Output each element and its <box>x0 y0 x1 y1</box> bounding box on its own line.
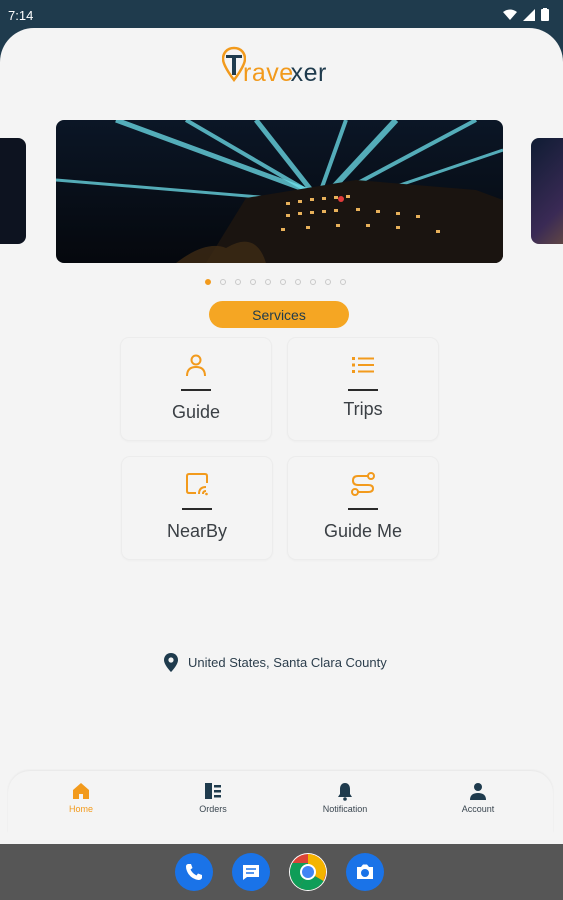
carousel-next-slide[interactable] <box>531 138 563 244</box>
signal-icon <box>523 8 535 21</box>
service-card-label: NearBy <box>166 521 228 541</box>
logo-text-navy: xer <box>290 59 327 87</box>
card-divider <box>182 508 212 510</box>
service-card-nearby[interactable]: NearBy <box>122 457 272 559</box>
phone-app-icon[interactable] <box>175 853 213 891</box>
carousel-image <box>56 120 503 263</box>
battery-icon <box>541 8 549 21</box>
camera-app-icon[interactable] <box>346 853 384 891</box>
phone-glyph-icon <box>186 864 202 880</box>
messages-app-icon[interactable] <box>232 853 270 891</box>
carousel-slide[interactable] <box>56 120 503 263</box>
carousel-dot[interactable] <box>340 279 346 285</box>
carousel-dot[interactable] <box>205 279 211 285</box>
account-icon <box>470 783 486 800</box>
current-location[interactable]: United States, Santa Clara County <box>164 653 387 672</box>
service-card-guide[interactable]: Guide <box>121 338 271 440</box>
carousel-dot[interactable] <box>310 279 316 285</box>
route-icon <box>351 472 375 496</box>
carousel-dot[interactable] <box>325 279 331 285</box>
nav-notification[interactable]: Notification <box>305 781 385 814</box>
carousel-pagination <box>205 279 346 285</box>
carousel-dot[interactable] <box>220 279 226 285</box>
list-icon <box>352 357 374 373</box>
bottom-navigation: Home Orders Notification Account <box>8 771 553 833</box>
services-header: Services <box>209 301 349 328</box>
logo-text-orange: rave <box>243 59 294 87</box>
nav-home-label: Home <box>68 804 93 814</box>
nav-account[interactable]: Account <box>438 781 518 814</box>
card-divider <box>348 389 378 391</box>
carousel-dot[interactable] <box>235 279 241 285</box>
service-card-label: Guide Me <box>323 521 403 541</box>
nav-notification-label: Notification <box>322 804 368 814</box>
wifi-icon <box>503 9 517 20</box>
carousel-dot[interactable] <box>250 279 256 285</box>
carousel-dot[interactable] <box>280 279 286 285</box>
status-icons <box>503 8 549 21</box>
service-card-label: Guide <box>171 402 221 422</box>
chrome-app-icon[interactable] <box>289 853 327 891</box>
nav-orders-label: Orders <box>199 804 227 814</box>
card-divider <box>348 508 378 510</box>
service-card-label: Trips <box>343 399 383 419</box>
carousel-prev-slide[interactable] <box>0 138 26 244</box>
orders-icon <box>205 783 221 799</box>
chrome-glyph-icon <box>289 854 326 891</box>
carousel-dot[interactable] <box>295 279 301 285</box>
card-divider <box>181 389 211 391</box>
nav-home[interactable]: Home <box>41 781 121 814</box>
location-text: United States, Santa Clara County <box>188 655 387 670</box>
nearby-icon <box>186 473 208 496</box>
system-dock <box>0 844 563 900</box>
person-icon <box>186 354 206 377</box>
message-glyph-icon <box>243 865 259 880</box>
home-icon <box>73 783 89 799</box>
bell-icon <box>338 783 352 801</box>
carousel-dot[interactable] <box>265 279 271 285</box>
status-time: 7:14 <box>8 8 34 23</box>
location-pin-icon <box>164 653 178 672</box>
status-bar: 7:14 <box>0 0 563 30</box>
app-logo: rave xer <box>222 42 327 86</box>
service-card-guide-me[interactable]: Guide Me <box>288 457 438 559</box>
nav-account-label: Account <box>461 804 495 814</box>
service-card-trips[interactable]: Trips <box>288 338 438 440</box>
nav-orders[interactable]: Orders <box>173 781 253 814</box>
app-screen: rave xer Services Guide Trips NearBy Gui… <box>0 28 563 844</box>
camera-glyph-icon <box>357 864 373 879</box>
